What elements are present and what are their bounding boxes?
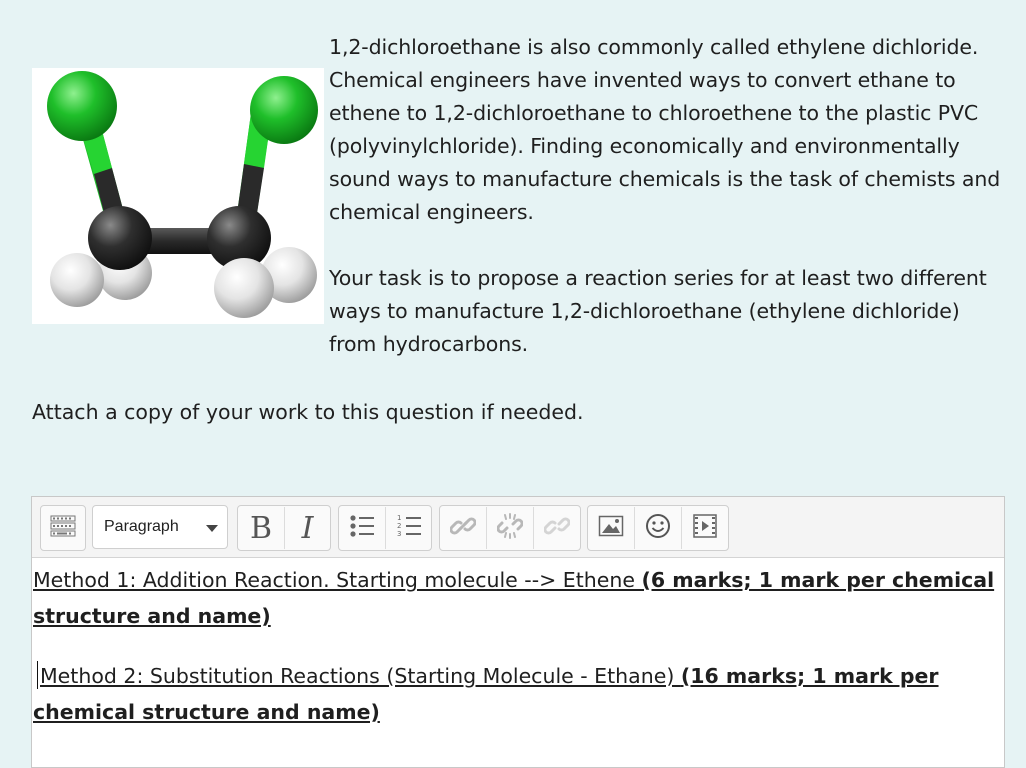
unlink-button[interactable] — [486, 507, 533, 549]
editor-content-area[interactable]: Method 1: Addition Reaction. Starting mo… — [32, 558, 1004, 730]
link-disabled-icon — [543, 513, 571, 543]
show-more-icon — [50, 515, 76, 541]
chevron-down-icon — [206, 525, 218, 532]
insert-media-button[interactable] — [681, 507, 728, 549]
bold-icon: B — [249, 510, 273, 546]
method-2-text: Method 2: Substitution Reactions (Starti… — [40, 664, 681, 688]
editor-toolbar: Paragraph B I 1 2 3 — [32, 497, 1004, 558]
attach-note: Attach a copy of your work to this quest… — [32, 400, 584, 424]
media-icon — [692, 513, 718, 543]
media-group — [587, 505, 729, 551]
svg-text:2: 2 — [397, 522, 401, 530]
unordered-list-button[interactable] — [339, 507, 385, 549]
svg-text:3: 3 — [397, 530, 401, 538]
unlink-icon — [496, 513, 524, 543]
ordered-list-icon: 123 — [396, 513, 422, 543]
emoji-icon — [645, 513, 671, 543]
text-cursor — [37, 661, 38, 689]
ordered-list-button[interactable]: 123 — [385, 507, 431, 549]
show-more-group — [40, 505, 86, 551]
rich-text-editor[interactable]: Paragraph B I 1 2 3 Method 1: Addition R… — [31, 496, 1005, 768]
link-group — [439, 505, 581, 551]
italic-icon: I — [301, 510, 314, 546]
link-disabled-button[interactable] — [533, 507, 580, 549]
italic-button[interactable]: I — [284, 507, 330, 549]
question-text: 1,2-dichloroethane is also commonly call… — [329, 31, 1009, 394]
method-1-text: Method 1: Addition Reaction. Starting mo… — [33, 568, 642, 592]
molecule-image — [32, 68, 324, 324]
svg-text:1: 1 — [397, 514, 401, 522]
unordered-list-icon — [349, 513, 375, 543]
insert-image-button[interactable] — [588, 507, 634, 549]
paragraph-style-value: Paragraph — [104, 518, 179, 535]
list-group: 123 — [338, 505, 432, 551]
question-paragraph-1: 1,2-dichloroethane is also commonly call… — [329, 35, 1001, 224]
show-more-button[interactable] — [41, 507, 85, 549]
link-button[interactable] — [440, 507, 486, 549]
method-2-paragraph: Method 2: Substitution Reactions (Starti… — [33, 658, 1004, 730]
paragraph-style-select[interactable]: Paragraph — [92, 505, 228, 549]
image-icon — [598, 514, 624, 542]
bold-button[interactable]: B — [238, 507, 284, 549]
method-1-paragraph: Method 1: Addition Reaction. Starting mo… — [33, 562, 1004, 634]
link-icon — [449, 513, 477, 543]
format-group: B I — [237, 505, 331, 551]
question-paragraph-2: Your task is to propose a reaction serie… — [329, 266, 987, 356]
insert-emoji-button[interactable] — [634, 507, 681, 549]
